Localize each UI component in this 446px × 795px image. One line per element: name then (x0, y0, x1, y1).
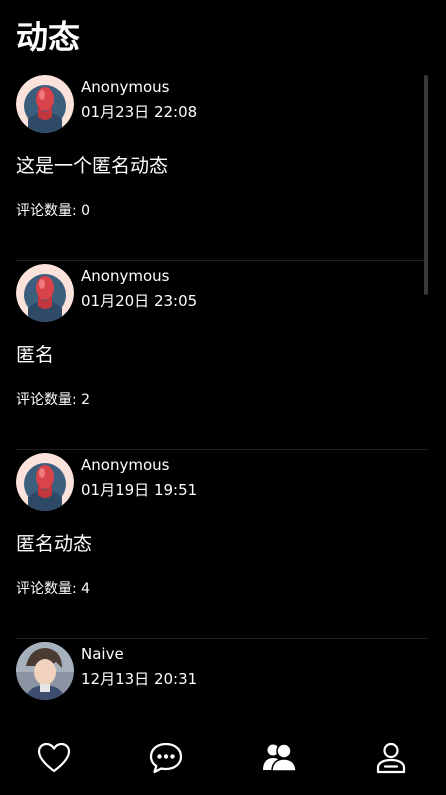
tab-favorites[interactable] (34, 738, 74, 778)
heart-icon (37, 742, 71, 774)
post-time: 01月19日 19:51 (81, 481, 198, 499)
post-author: Anonymous (81, 267, 170, 285)
post-feed[interactable]: Anonymous 01月23日 22:08 这是一个匿名动态 评论数量: 0 … (0, 72, 446, 720)
anonymous-avatar[interactable] (16, 453, 74, 511)
post-author: Naive (81, 645, 124, 663)
tab-messages[interactable] (146, 738, 186, 778)
post-card[interactable]: Naive 12月13日 20:31 (16, 639, 428, 720)
comment-count: 评论数量: 0 (16, 203, 91, 219)
post-card[interactable]: Anonymous 01月20日 23:05 匿名 评论数量: 2 (16, 261, 428, 450)
post-time: 12月13日 20:31 (81, 670, 198, 688)
anonymous-avatar[interactable] (16, 75, 74, 133)
bottom-tab-bar (0, 720, 446, 795)
tab-profile[interactable] (371, 738, 411, 778)
post-content: 匿名动态 (16, 533, 93, 555)
comment-count: 评论数量: 2 (16, 392, 91, 408)
post-card[interactable]: Anonymous 01月19日 19:51 匿名动态 评论数量: 4 (16, 450, 428, 639)
post-content: 匿名 (16, 344, 55, 366)
post-content: 这是一个匿名动态 (16, 155, 169, 177)
tab-community[interactable] (259, 738, 299, 778)
comment-count: 评论数量: 4 (16, 581, 91, 597)
chat-bubble-icon (148, 741, 184, 775)
post-time: 01月23日 22:08 (81, 103, 198, 121)
post-author: Anonymous (81, 456, 170, 474)
post-author: Anonymous (81, 78, 170, 96)
profile-icon (375, 741, 407, 775)
post-card[interactable]: Anonymous 01月23日 22:08 这是一个匿名动态 评论数量: 0 (16, 72, 428, 261)
user-photo-avatar[interactable] (16, 642, 74, 700)
post-time: 01月20日 23:05 (81, 292, 198, 310)
page-title: 动态 (16, 18, 81, 56)
anonymous-avatar[interactable] (16, 264, 74, 322)
users-icon (261, 742, 297, 774)
feed-scrollbar[interactable] (424, 75, 428, 295)
